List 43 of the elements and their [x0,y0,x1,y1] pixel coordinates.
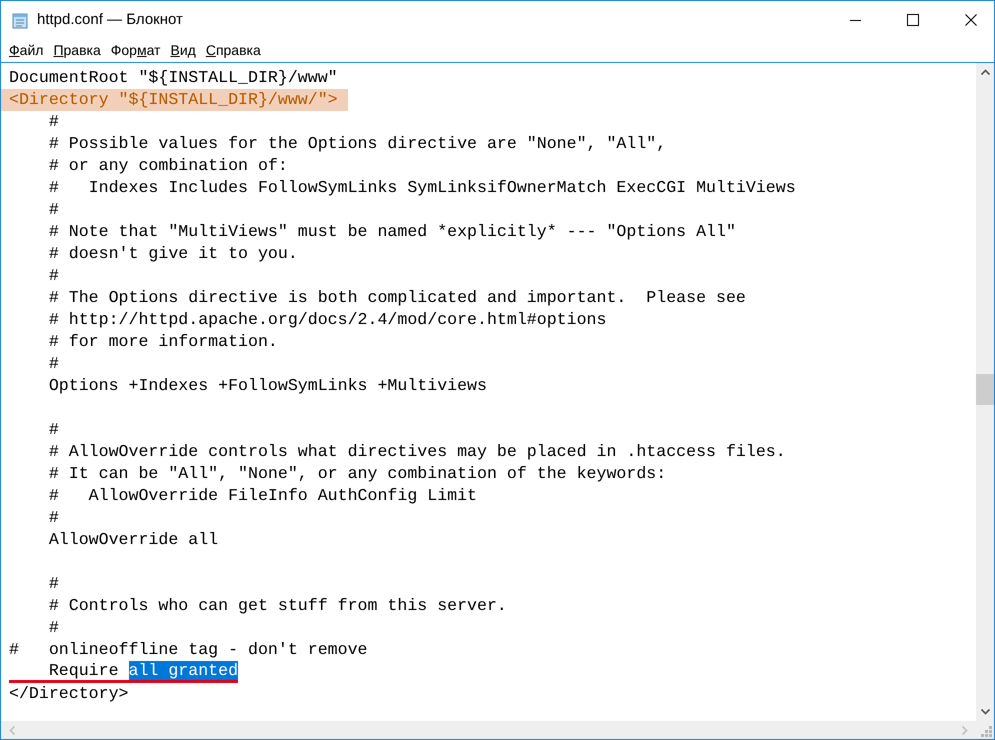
code-line: # [48,507,59,529]
code-line: DocumentRoot "${INSTALL_DIR}/www" [9,67,338,89]
scroll-right-icon[interactable] [962,726,968,734]
code-line: # [48,199,59,221]
scroll-down-icon[interactable] [980,709,990,715]
scrollbar-thumb[interactable] [976,374,994,405]
scroll-left-icon[interactable] [9,726,15,734]
code-line: # [48,419,59,441]
code-line: # AllowOverride controls what directives may be placed in .htaccess files. [48,441,786,463]
code-line: # Controls who can get stuff from this server. [48,595,507,617]
scroll-up-icon[interactable] [980,69,990,75]
code-line: # It can be "All", "None", or any combination of the keywords: [48,463,666,485]
menu-item[interactable]: Справка [200,40,266,61]
code-line: # onlineoffline tag - don't remove [9,639,368,661]
code-line: # http://httpd.apache.org/docs/2.4/mod/core.html#options [48,309,606,331]
code-line: Options +Indexes +FollowSymLinks +Multiviews [48,375,487,397]
code-line: # or any combination of: [48,155,288,177]
code-line: # The Options directive is both complicated and important. Please see [48,287,746,309]
code-line: # [48,353,59,375]
code-line: # [48,111,59,133]
menu-item[interactable]: Формат [106,40,166,61]
vertical-scrollbar[interactable] [976,63,994,721]
code-line: # [48,265,59,287]
code-line: # Indexes Includes FollowSymLinks SymLinksifOwnerMatch ExecCGI MultiViews [48,177,796,199]
menu-item[interactable]: Файл [4,40,48,61]
code-line: # AllowOverride FileInfo AuthConfig Limit [48,485,478,507]
code-line: </Directory> [9,683,128,705]
code-line: # [48,617,59,639]
code-line: # doesn't give it to you. [48,243,298,265]
code-line: Require all granted [9,661,238,683]
window-title: httpd.conf — Блокнот [37,10,183,30]
horizontal-scrollbar[interactable] [1,721,976,739]
code-line: # for more information. [48,331,278,353]
code-line: # [48,573,59,595]
code-line: # Note that "MultiViews" must be named *explicitly* --- "Options All" [48,221,736,243]
code-line: # Possible values for the Options directive are "None", "All", [48,133,666,155]
resize-grip-icon[interactable] [981,726,992,737]
close-icon [965,14,977,26]
menu-item[interactable]: Вид [165,40,201,61]
menu-item[interactable]: Правка [48,40,106,61]
code-line: AllowOverride all [48,529,218,551]
notepad-icon [11,11,29,29]
maximize-icon [907,14,919,26]
